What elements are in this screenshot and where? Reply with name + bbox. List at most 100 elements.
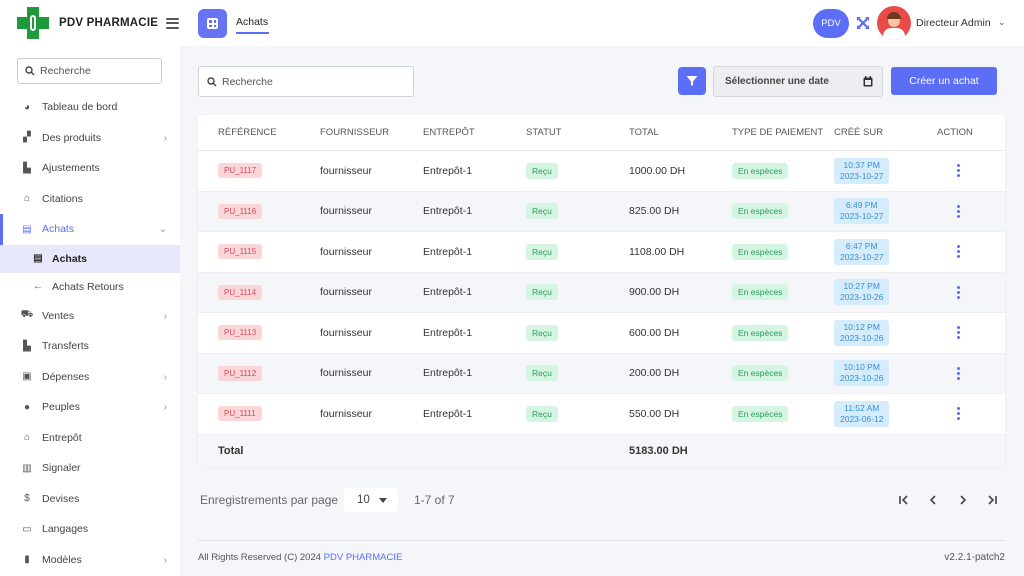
avatar[interactable] [877,6,911,40]
footer-brand-link[interactable]: PDV PHARMACIE [324,552,403,563]
filter-button[interactable] [678,67,706,95]
reference-badge[interactable]: PU_1111 [218,406,262,422]
hamburger-menu-icon[interactable] [166,17,180,29]
table-row[interactable]: PU_1112 fournisseur Entrepôt-1 Reçu 200.00 D… [198,353,1005,394]
sidebar-item-peuples[interactable]: ● Peuples › [0,392,180,423]
adjust-icon: ▙ [23,162,31,174]
dashboard-icon: ◕ [23,101,31,113]
table-row[interactable]: PU_1116 fournisseur Entrepôt-1 Reçu 825.00 D… [198,191,1005,232]
add-icon-button[interactable] [198,9,227,38]
sidebar-item-depenses[interactable]: ▣ Dépenses › [0,362,180,393]
sidebar-search-input[interactable]: Recherche [17,58,162,84]
sidebar-item-achats[interactable]: ▤ Achats ⌄ [0,214,180,245]
app-version: v2.2.1-patch2 [944,552,1005,563]
create-purchase-button[interactable]: Créer un achat [891,67,997,95]
created-date-badge: 11:52 AM 2023-06-12 [834,400,890,427]
next-page-icon[interactable] [955,492,971,508]
kebab-menu-icon[interactable] [957,366,961,380]
status-badge: Reçu [526,203,558,220]
warehouse-cell: Entrepôt-1 [423,286,473,299]
sidebar-item-signaler[interactable]: ▥ Signaler [0,453,180,484]
total-cell: 550.00 DH [629,407,680,420]
table-row[interactable]: PU_1115 fournisseur Entrepôt-1 Reçu 1108.00 … [198,232,1005,273]
sidebar-item-des-produits[interactable]: ▞ Des produits › [0,123,180,154]
kebab-menu-icon[interactable] [957,204,961,218]
warehouse-cell: Entrepôt-1 [423,245,473,258]
reference-badge[interactable]: PU_1117 [218,163,263,179]
created-time: 10:27 PM [843,281,880,292]
status-badge: Reçu [526,243,558,260]
first-page-icon[interactable] [896,492,912,508]
kebab-menu-icon[interactable] [957,407,961,421]
created-date-badge: 10:27 PM 2023-10-26 [834,279,890,306]
reference-badge[interactable]: PU_1116 [218,203,263,219]
pdv-button[interactable]: PDV [813,9,849,38]
last-page-icon[interactable] [984,492,1000,508]
chevron-down-icon[interactable]: ⌄ [998,17,1006,28]
sidebar-item-modeles[interactable]: ▮ Modèles › [0,545,180,576]
column-header-total[interactable]: TOTAL [629,127,659,138]
top-header: Achats PDV Directeur Admin ⌄ [180,0,1024,46]
date-picker-button[interactable]: Sélectionner une date [713,66,883,97]
created-time: 6:49 PM [845,200,878,211]
supplier-cell: fournisseur [320,326,372,339]
column-header-fournisseur[interactable]: FOURNISSEUR [320,127,389,138]
kebab-menu-icon[interactable] [957,326,961,340]
reference-badge[interactable]: PU_1112 [218,365,263,381]
kebab-menu-icon[interactable] [957,285,961,299]
warehouse-cell: Entrepôt-1 [423,367,473,380]
kebab-menu-icon[interactable] [957,164,961,178]
sidebar-subitem-achats-retours[interactable]: ← Achats Retours [0,273,180,301]
rows-per-page-select[interactable]: 10 [344,488,398,512]
sidebar-subitem-achats[interactable]: ▤ Achats [0,244,180,273]
table-row[interactable]: PU_1111 fournisseur Entrepôt-1 Reçu 550.00 D… [198,394,1005,435]
column-header-type-paiement[interactable]: TYPE DE PAIEMENT [732,127,823,138]
user-name[interactable]: Directeur Admin [916,17,991,29]
column-header-statut[interactable]: STATUT [526,127,562,138]
column-header-entrepot[interactable]: ENTREPÔT [423,127,475,138]
sidebar-item-langages[interactable]: ▭ Langages [0,514,180,545]
kebab-menu-icon[interactable] [957,245,961,259]
reference-badge[interactable]: PU_1114 [218,284,263,300]
payment-type-badge: En espèces [732,284,789,301]
total-cell: 200.00 DH [629,367,680,380]
home-icon: ⌂ [23,432,31,444]
total-cell: 1108.00 DH [629,245,685,258]
sidebar-item-entrepot[interactable]: ⌂ Entrepôt [0,423,180,454]
chevron-right-icon: › [163,371,167,383]
warehouse-cell: Entrepôt-1 [423,326,473,339]
table-row[interactable]: PU_1113 fournisseur Entrepôt-1 Reçu 600.00 D… [198,313,1005,354]
caret-down-icon [379,498,387,503]
total-cell: 1000.00 DH [629,164,686,177]
created-date: 2023-06-12 [840,413,884,424]
table-row[interactable]: PU_1114 fournisseur Entrepôt-1 Reçu 900.00 D… [198,272,1005,313]
search-input[interactable]: Recherche [198,66,414,97]
sidebar-item-ajustements[interactable]: ▙ Ajustements [0,153,180,184]
receipt-icon: ▤ [33,253,43,264]
reference-badge[interactable]: PU_1115 [218,244,263,260]
plus-square-icon [207,18,218,29]
previous-page-icon[interactable] [925,492,941,508]
created-time: 10:12 PM [843,321,880,332]
grand-total-value: 5183.00 DH [629,445,688,457]
sidebar-item-tableau-de-bord[interactable]: ◕ Tableau de bord [0,92,180,123]
supplier-cell: fournisseur [320,286,372,299]
chevron-down-icon: ⌄ [158,224,167,235]
sidebar-item-citations[interactable]: ⌂ Citations [0,184,180,215]
fullscreen-icon[interactable] [856,16,870,30]
pharmacy-cross-logo [17,7,49,39]
column-header-cree-sur[interactable]: CRÉÉ SUR [834,127,883,138]
sidebar-item-devises[interactable]: $ Devises [0,484,180,515]
created-date-badge: 10:10 PM 2023-10-26 [834,360,890,387]
sidebar-item-ventes[interactable]: ⛟ Ventes › [0,301,180,332]
payment-type-badge: En espèces [732,162,789,179]
warehouse-cell: Entrepôt-1 [423,205,473,218]
chevron-right-icon: › [163,402,167,413]
sidebar-item-transferts[interactable]: ▙ Transferts [0,331,180,362]
reference-badge[interactable]: PU_1113 [218,325,263,341]
column-header-reference[interactable]: RÉFÉRENCE [218,127,277,138]
language-icon: ▭ [22,523,32,535]
table-row[interactable]: PU_1117 fournisseur Entrepôt-1 Reçu 1000.00 … [198,151,1005,192]
purchases-table: RÉFÉRENCE FOURNISSEUR ENTREPÔT STATUT TO… [198,115,1005,468]
breadcrumb[interactable]: Achats [236,16,268,28]
